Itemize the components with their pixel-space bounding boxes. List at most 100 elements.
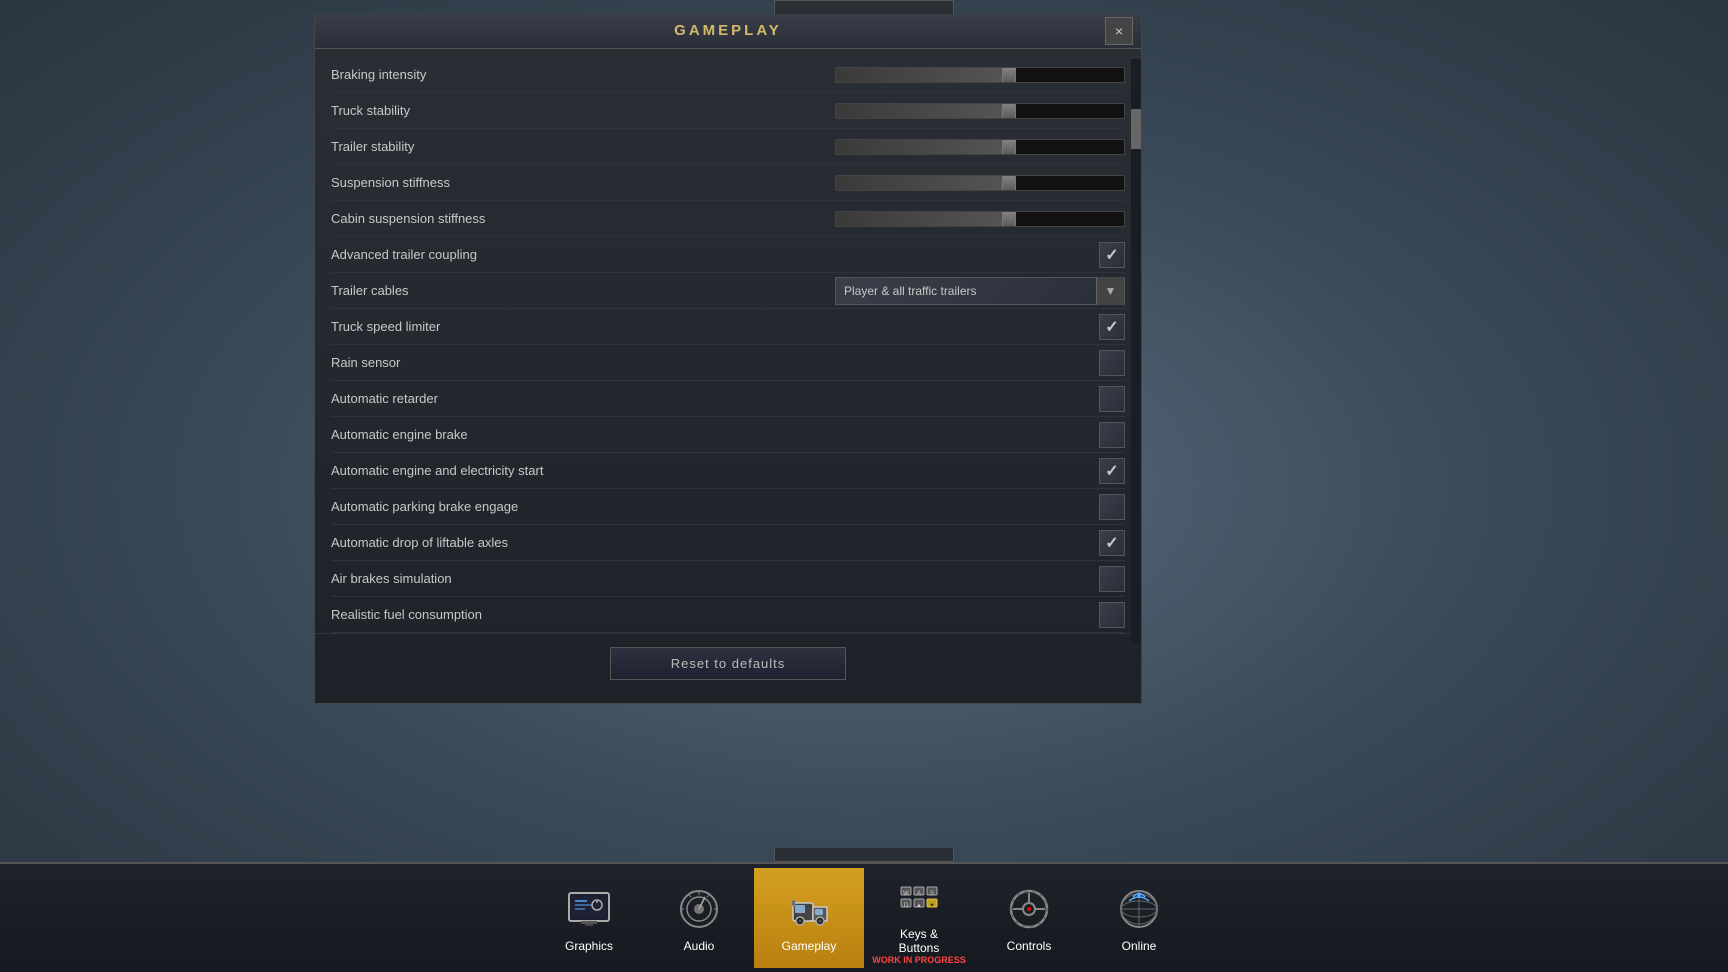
modal-title: GAMEPLAY [674,22,782,39]
automatic-retarder-checkbox[interactable] [1099,386,1125,412]
svg-text:D: D [904,903,909,909]
braking-intensity-label: Braking intensity [331,67,835,82]
modal-scrollbar[interactable] [1131,59,1141,643]
braking-intensity-row: Braking intensity [331,57,1125,93]
suspension-stiffness-label: Suspension stiffness [331,175,835,190]
nav-item-graphics[interactable]: Graphics [534,868,644,968]
rain-sensor-checkbox[interactable] [1099,350,1125,376]
realistic-fuel-consumption-control[interactable] [1099,602,1125,628]
trailer-stability-row: Trailer stability [331,129,1125,165]
automatic-engine-brake-label: Automatic engine brake [331,427,1099,442]
trailer-stability-control[interactable] [835,139,1125,155]
auto-drop-liftable-axles-label: Automatic drop of liftable axles [331,535,1099,550]
svg-text:A: A [917,891,921,897]
automatic-retarder-label: Automatic retarder [331,391,1099,406]
nav-item-controls[interactable]: Controls [974,868,1084,968]
realistic-fuel-consumption-checkbox[interactable] [1099,602,1125,628]
audio-label: Audio [684,939,715,953]
controls-icon [1003,883,1055,935]
keys-buttons-icon: W A S D ▲ ✦ [893,871,945,923]
truck-speed-limiter-checkbox[interactable] [1099,314,1125,340]
truck-stability-row: Truck stability [331,93,1125,129]
auto-parking-brake-label: Automatic parking brake engage [331,499,1099,514]
truck-speed-limiter-label: Truck speed limiter [331,319,1099,334]
modal-header: GAMEPLAY × [315,14,1141,49]
online-label: Online [1122,939,1157,953]
nav-item-gameplay[interactable]: Gameplay [754,868,864,968]
modal-dialog: GAMEPLAY × Braking intensity Truck stabi… [314,14,1142,704]
rain-sensor-row: Rain sensor [331,345,1125,381]
svg-text:✦: ✦ [929,902,934,909]
truck-speed-limiter-row: Truck speed limiter [331,309,1125,345]
reset-defaults-button[interactable]: Reset to defaults [610,647,847,680]
rain-sensor-control[interactable] [1099,350,1125,376]
auto-engine-electricity-checkbox[interactable] [1099,458,1125,484]
trailer-stability-slider[interactable] [835,139,1125,155]
nav-item-online[interactable]: Online [1084,868,1194,968]
cabin-suspension-label: Cabin suspension stiffness [331,211,835,226]
air-brakes-simulation-control[interactable] [1099,566,1125,592]
auto-engine-electricity-control[interactable] [1099,458,1125,484]
trailer-stability-label: Trailer stability [331,139,835,154]
trailer-cables-control[interactable]: Player & all traffic trailers ▼ [835,277,1125,305]
top-connector [774,0,954,14]
auto-engine-electricity-row: Automatic engine and electricity start [331,453,1125,489]
auto-parking-brake-checkbox[interactable] [1099,494,1125,520]
automatic-engine-brake-control[interactable] [1099,422,1125,448]
truck-stability-control[interactable] [835,103,1125,119]
automatic-retarder-row: Automatic retarder [331,381,1125,417]
nav-item-audio[interactable]: Audio [644,868,754,968]
automatic-engine-brake-checkbox[interactable] [1099,422,1125,448]
suspension-stiffness-row: Suspension stiffness [331,165,1125,201]
auto-drop-liftable-axles-checkbox[interactable] [1099,530,1125,556]
truck-speed-limiter-control[interactable] [1099,314,1125,340]
settings-content[interactable]: Braking intensity Truck stability Traile… [315,49,1141,633]
realistic-fuel-consumption-row: Realistic fuel consumption [331,597,1125,633]
graphics-icon [563,883,615,935]
braking-intensity-control[interactable] [835,67,1125,83]
scrollbar-thumb[interactable] [1131,109,1141,149]
suspension-stiffness-slider[interactable] [835,175,1125,191]
auto-drop-liftable-axles-control[interactable] [1099,530,1125,556]
controls-label: Controls [1007,939,1052,953]
advanced-trailer-coupling-checkbox[interactable] [1099,242,1125,268]
air-brakes-simulation-checkbox[interactable] [1099,566,1125,592]
air-brakes-simulation-label: Air brakes simulation [331,571,1099,586]
braking-intensity-slider[interactable] [835,67,1125,83]
air-brakes-simulation-row: Air brakes simulation [331,561,1125,597]
trailer-cables-dropdown[interactable]: Player & all traffic trailers ▼ [835,277,1125,305]
trailer-cables-row: Trailer cables Player & all traffic trai… [331,273,1125,309]
rain-sensor-label: Rain sensor [331,355,1099,370]
advanced-trailer-coupling-row: Advanced trailer coupling [331,237,1125,273]
graphics-label: Graphics [565,939,613,953]
modal-footer: Reset to defaults [315,633,1141,693]
truck-stability-label: Truck stability [331,103,835,118]
auto-engine-electricity-label: Automatic engine and electricity start [331,463,1099,478]
svg-text:W: W [903,891,909,897]
suspension-stiffness-control[interactable] [835,175,1125,191]
nav-item-keys-buttons[interactable]: W A S D ▲ ✦ Keys &Buttons WORK IN PROGRE… [864,868,974,968]
cabin-suspension-control[interactable] [835,211,1125,227]
automatic-retarder-control[interactable] [1099,386,1125,412]
trailer-cables-value: Player & all traffic trailers [844,284,1096,298]
gameplay-icon [783,883,835,935]
automatic-engine-brake-row: Automatic engine brake [331,417,1125,453]
auto-parking-brake-control[interactable] [1099,494,1125,520]
truck-stability-slider[interactable] [835,103,1125,119]
svg-text:S: S [930,891,934,897]
auto-drop-liftable-axles-row: Automatic drop of liftable axles [331,525,1125,561]
online-icon [1113,883,1165,935]
bottom-connector [774,848,954,862]
auto-parking-brake-row: Automatic parking brake engage [331,489,1125,525]
cabin-suspension-slider[interactable] [835,211,1125,227]
trailer-cables-arrow: ▼ [1096,277,1124,305]
nav-bar: Graphics Audio [0,862,1728,972]
advanced-trailer-coupling-control[interactable] [1099,242,1125,268]
keys-buttons-label: Keys &Buttons [899,927,940,955]
cabin-suspension-row: Cabin suspension stiffness [331,201,1125,237]
realistic-fuel-consumption-label: Realistic fuel consumption [331,607,1099,622]
trailer-cables-label: Trailer cables [331,283,835,298]
close-button[interactable]: × [1105,17,1133,45]
svg-text:▲: ▲ [916,903,922,909]
advanced-trailer-coupling-label: Advanced trailer coupling [331,247,1099,262]
